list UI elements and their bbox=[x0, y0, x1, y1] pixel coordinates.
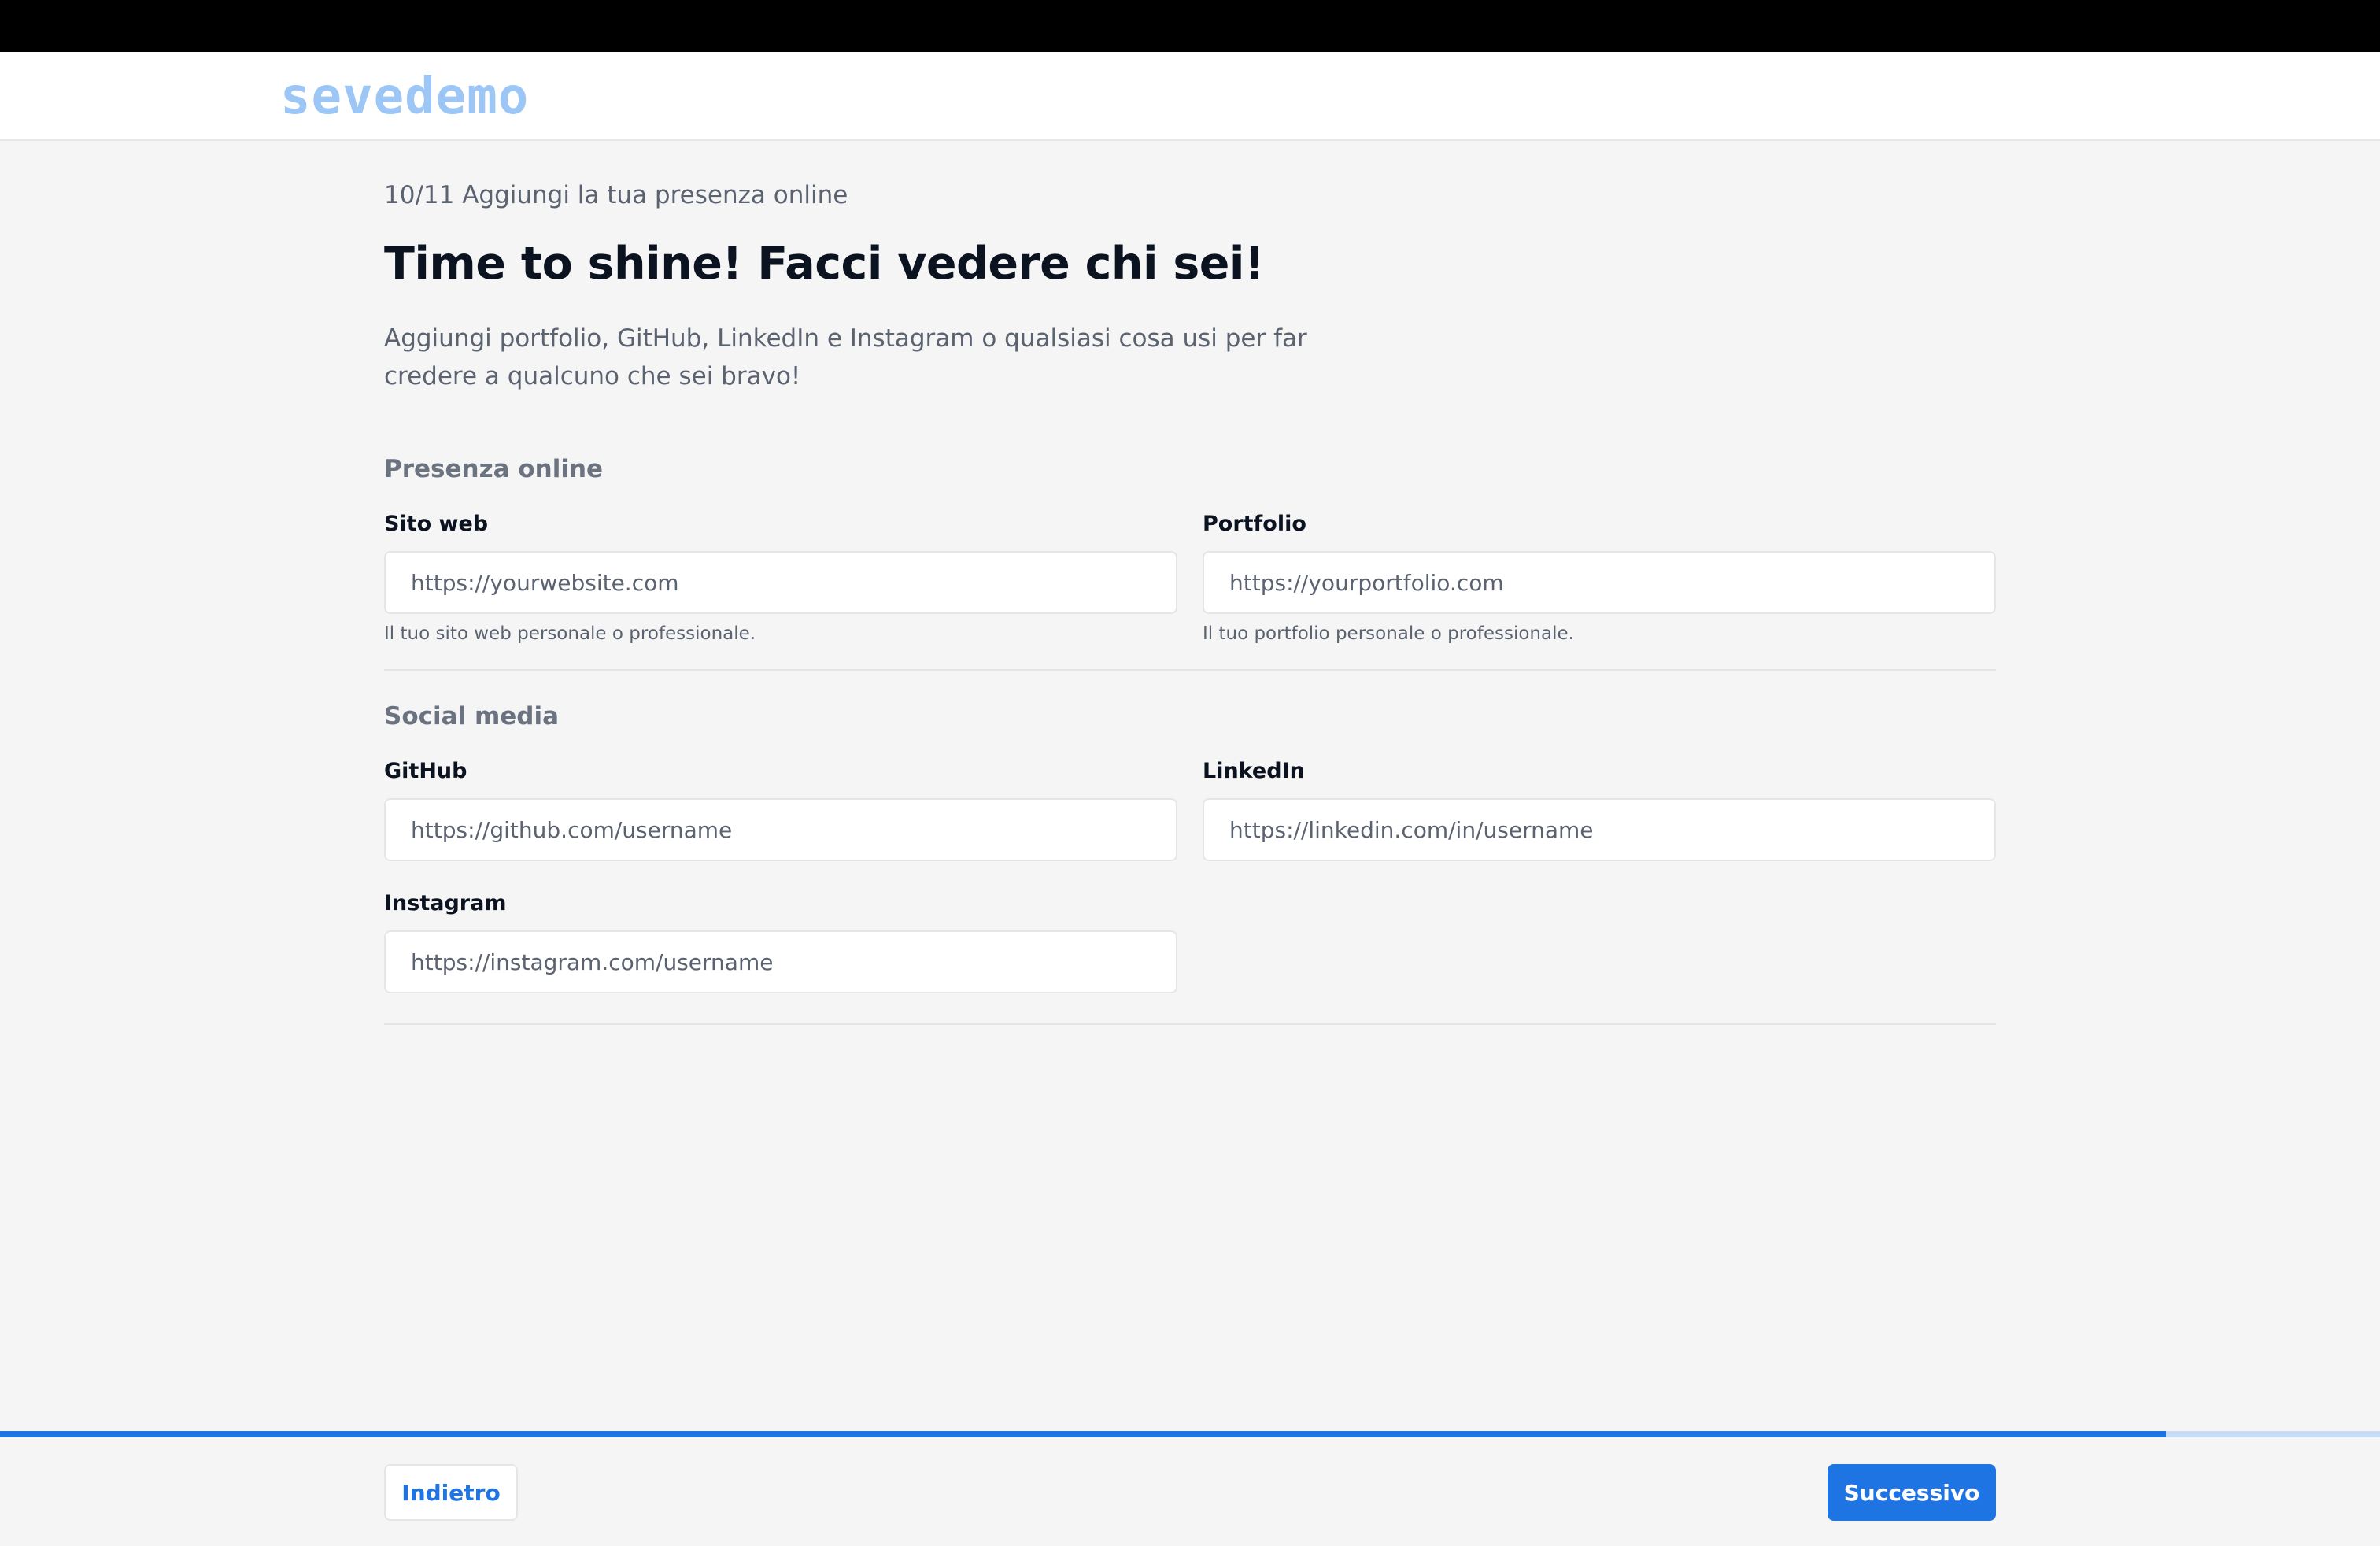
portfolio-input[interactable] bbox=[1203, 551, 1996, 614]
github-field-group: GitHub bbox=[384, 757, 1177, 861]
portfolio-field-group: Portfolio Il tuo portfolio personale o p… bbox=[1203, 510, 1996, 644]
website-input[interactable] bbox=[384, 551, 1177, 614]
section-divider-bottom bbox=[384, 1023, 1996, 1025]
back-button[interactable]: Indietro bbox=[384, 1464, 518, 1521]
navigation-footer: Indietro Successivo bbox=[0, 1437, 2380, 1546]
brand-logo[interactable]: sevedemo bbox=[280, 68, 529, 126]
step-indicator: 10/11 Aggiungi la tua presenza online bbox=[384, 181, 848, 209]
section-divider bbox=[384, 669, 1996, 671]
section-title-social: Social media bbox=[384, 702, 560, 730]
step-progress-bar bbox=[0, 1431, 2380, 1437]
linkedin-field-group: LinkedIn bbox=[1203, 757, 1996, 861]
instagram-label: Instagram bbox=[384, 891, 507, 915]
linkedin-input[interactable] bbox=[1203, 798, 1996, 861]
linkedin-label: LinkedIn bbox=[1203, 759, 1305, 783]
top-black-bar bbox=[0, 0, 2380, 52]
website-hint: Il tuo sito web personale o professional… bbox=[384, 623, 756, 644]
github-label: GitHub bbox=[384, 759, 468, 783]
instagram-field-group: Instagram bbox=[384, 890, 1177, 993]
step-progress-fill bbox=[0, 1431, 2166, 1437]
portfolio-hint: Il tuo portfolio personale o professiona… bbox=[1203, 623, 1574, 644]
website-label: Sito web bbox=[384, 512, 489, 536]
section-title-online: Presenza online bbox=[384, 455, 604, 483]
page-description: Aggiungi portfolio, GitHub, LinkedIn e I… bbox=[384, 324, 1307, 390]
portfolio-label: Portfolio bbox=[1203, 512, 1306, 536]
next-button[interactable]: Successivo bbox=[1828, 1464, 1996, 1521]
page-title: Time to shine! Facci vedere chi sei! bbox=[384, 238, 1265, 290]
website-field-group: Sito web Il tuo sito web personale o pro… bbox=[384, 510, 1177, 644]
github-input[interactable] bbox=[384, 798, 1177, 861]
instagram-input[interactable] bbox=[384, 930, 1177, 993]
app-header: sevedemo bbox=[0, 52, 2380, 141]
